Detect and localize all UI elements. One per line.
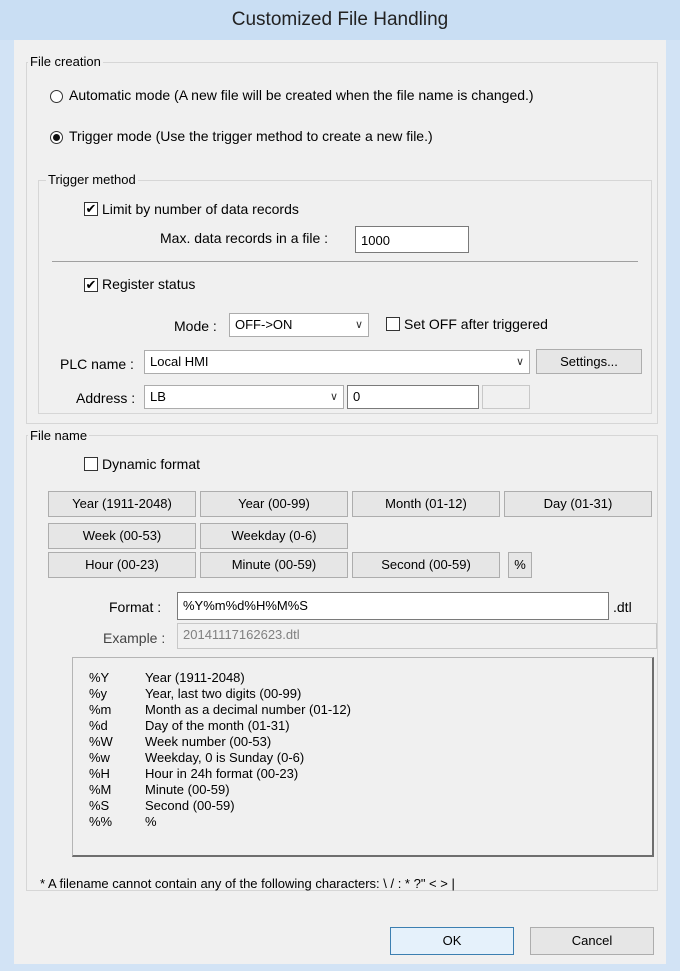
trigger-method-label: Trigger method xyxy=(46,172,138,187)
week-button[interactable]: Week (00-53) xyxy=(48,523,196,549)
help-row: %d Day of the month (01-31) xyxy=(89,718,290,733)
plc-name-label: PLC name : xyxy=(60,356,134,372)
address-label: Address : xyxy=(76,390,136,406)
year-short-button[interactable]: Year (00-99) xyxy=(200,491,348,517)
plc-name-select[interactable]: Local HMI ∨ xyxy=(144,350,530,374)
help-row: %H Hour in 24h format (00-23) xyxy=(89,766,299,781)
dialog-client: File creation Automatic mode (A new file… xyxy=(14,40,666,964)
settings-button[interactable]: Settings... xyxy=(536,349,642,374)
weekday-button[interactable]: Weekday (0-6) xyxy=(200,523,348,549)
example-label: Example : xyxy=(103,630,166,646)
day-button[interactable]: Day (01-31) xyxy=(504,491,652,517)
year-full-button[interactable]: Year (1911-2048) xyxy=(48,491,196,517)
format-label: Format : xyxy=(109,599,162,615)
format-help-panel: %Y Year (1911-2048) %y Year, last two digi… xyxy=(72,657,654,857)
register-status-checkbox[interactable]: ✔ xyxy=(84,278,98,292)
trigger-mode-label[interactable]: Trigger mode (Use the trigger method to … xyxy=(69,128,433,144)
format-extension: .dtl xyxy=(613,599,632,615)
chevron-down-icon: ∨ xyxy=(515,356,524,368)
percent-button[interactable]: % xyxy=(508,552,532,578)
file-creation-label: File creation xyxy=(28,54,103,69)
dynamic-format-checkbox[interactable] xyxy=(84,457,98,471)
dynamic-format-label[interactable]: Dynamic format xyxy=(102,456,200,472)
format-input[interactable]: %Y%m%d%H%M%S xyxy=(177,592,609,620)
automatic-mode-label[interactable]: Automatic mode (A new file will be creat… xyxy=(69,87,534,103)
help-row: %W Week number (00-53) xyxy=(89,734,272,749)
register-status-label[interactable]: Register status xyxy=(102,276,195,292)
help-row: %y Year, last two digits (00-99) xyxy=(89,686,302,701)
automatic-mode-radio-circle[interactable] xyxy=(50,90,63,103)
mode-label: Mode : xyxy=(174,318,217,334)
set-off-checkbox[interactable] xyxy=(386,317,400,331)
limit-records-label[interactable]: Limit by number of data records xyxy=(102,201,299,217)
help-row: %%% xyxy=(89,814,157,829)
help-row: %S Second (00-59) xyxy=(89,798,235,813)
mode-select[interactable]: OFF->ON ∨ xyxy=(229,313,369,337)
address-input[interactable]: 0 xyxy=(347,385,479,409)
max-records-label: Max. data records in a file : xyxy=(160,230,329,246)
minute-button[interactable]: Minute (00-59) xyxy=(200,552,348,578)
address-extra-field xyxy=(482,385,530,409)
help-row: %M Minute (00-59) xyxy=(89,782,230,797)
limit-records-checkbox[interactable]: ✔ xyxy=(84,202,98,216)
window-title: Customized File Handling xyxy=(0,0,680,40)
help-row: %Y Year (1911-2048) xyxy=(89,670,245,685)
second-button[interactable]: Second (00-59) xyxy=(352,552,500,578)
address-type-value: LB xyxy=(150,389,166,404)
ok-button[interactable]: OK xyxy=(390,927,514,955)
help-row: %w Weekday, 0 is Sunday (0-6) xyxy=(89,750,305,765)
chevron-down-icon: ∨ xyxy=(354,319,363,331)
max-records-input[interactable]: 1000 xyxy=(355,226,469,253)
month-button[interactable]: Month (01-12) xyxy=(352,491,500,517)
chevron-down-icon: ∨ xyxy=(329,391,338,403)
example-field: 20141117162623.dtl xyxy=(177,623,657,649)
cancel-button[interactable]: Cancel xyxy=(530,927,654,955)
set-off-label[interactable]: Set OFF after triggered xyxy=(404,316,548,332)
address-type-select[interactable]: LB ∨ xyxy=(144,385,344,409)
mode-select-value: OFF->ON xyxy=(235,317,293,332)
trigger-mode-radio-circle[interactable] xyxy=(50,131,63,144)
plc-name-value: Local HMI xyxy=(150,354,209,369)
help-row: %m Month as a decimal number (01-12) xyxy=(89,702,351,717)
trigger-separator xyxy=(52,261,638,262)
file-name-label: File name xyxy=(28,428,90,443)
hour-button[interactable]: Hour (00-23) xyxy=(48,552,196,578)
filename-restriction-note: * A filename cannot contain any of the f… xyxy=(40,876,455,891)
